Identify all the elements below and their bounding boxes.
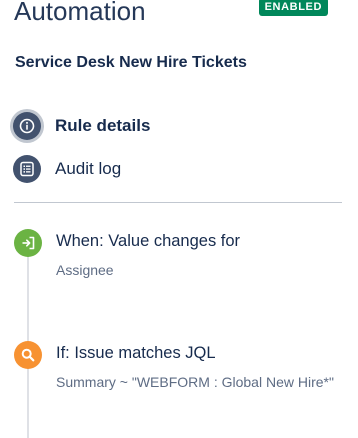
- divider: [14, 202, 342, 203]
- nav-label-rule-details: Rule details: [55, 116, 151, 135]
- nav-label-audit-log: Audit log: [55, 159, 122, 178]
- list-icon: [13, 155, 41, 183]
- page-title: Automation: [14, 0, 146, 26]
- step-title: When: Value changes for: [56, 232, 241, 250]
- step-description: Assignee: [56, 262, 114, 278]
- header: Automation ENABLED: [14, 0, 344, 34]
- nav-item-rule-details[interactable]: Rule details: [13, 112, 333, 142]
- rule-name: Service Desk New Hire Tickets: [15, 54, 247, 71]
- status-badge: ENABLED: [258, 0, 328, 16]
- nav-item-audit-log[interactable]: Audit log: [13, 155, 333, 185]
- info-icon: [13, 112, 41, 140]
- trigger-icon: [14, 229, 42, 257]
- step-title: If: Issue matches JQL: [56, 344, 216, 362]
- search-icon: [14, 341, 42, 369]
- step-description: Summary ~ "WEBFORM : Global New Hire*": [56, 374, 334, 390]
